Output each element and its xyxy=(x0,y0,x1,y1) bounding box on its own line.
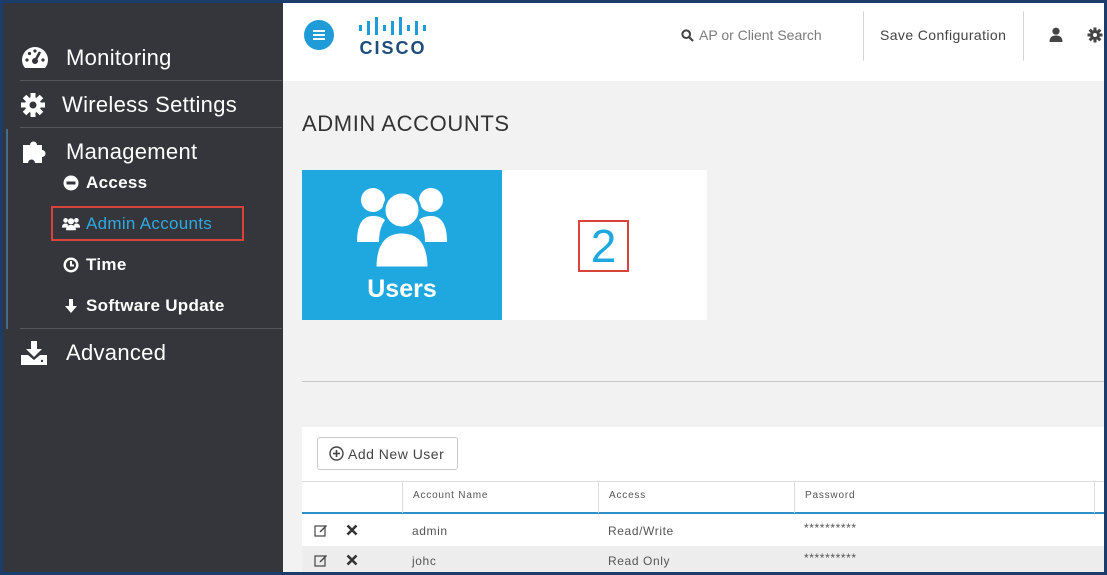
cisco-logo: CISCO xyxy=(355,15,435,59)
sidebar-item-management[interactable]: Management xyxy=(20,137,282,167)
search-icon xyxy=(681,28,694,42)
edit-icon[interactable] xyxy=(314,523,328,537)
user-icon[interactable] xyxy=(1049,27,1065,43)
plus-circle-icon xyxy=(329,446,344,461)
sidebar-item-label: Management xyxy=(66,139,198,164)
users-count: 2 xyxy=(590,220,617,272)
sidebar-item-label: Software Update xyxy=(86,296,225,315)
sidebar: Monitoring Wireless Settings Management … xyxy=(3,3,283,572)
cell-access: Read Only xyxy=(608,554,671,568)
cisco-bars-icon xyxy=(359,17,426,35)
section-divider xyxy=(302,381,1104,382)
users-icon xyxy=(62,215,80,233)
header-separator xyxy=(863,11,864,61)
save-configuration-button[interactable]: Save Configuration xyxy=(880,27,1006,43)
table-row: admin Read/Write ********** xyxy=(302,516,1104,546)
edit-icon[interactable] xyxy=(314,553,328,567)
sidebar-item-access[interactable]: Access xyxy=(62,173,147,193)
divider xyxy=(20,328,282,329)
header: CISCO AP or Client Search Save Configura… xyxy=(283,3,1104,81)
download-icon xyxy=(20,338,52,368)
table-header: Account Name Access Password xyxy=(302,481,1104,514)
sidebar-item-advanced[interactable]: Advanced xyxy=(20,338,282,368)
cell-password: ********** xyxy=(804,521,857,535)
sidebar-item-admin-accounts[interactable]: Admin Accounts xyxy=(62,214,212,234)
gear-icon xyxy=(20,90,52,120)
column-header-password[interactable]: Password xyxy=(794,482,1094,513)
users-tile-label: Users xyxy=(367,275,437,303)
header-separator xyxy=(1023,11,1024,61)
users-tile[interactable]: Users xyxy=(302,170,502,320)
settings-gear-icon[interactable] xyxy=(1087,27,1103,43)
count-highlight-box: 2 xyxy=(578,220,629,272)
users-group-icon xyxy=(357,188,447,270)
column-header-access[interactable]: Access xyxy=(598,482,794,513)
divider xyxy=(20,80,282,81)
sidebar-item-time[interactable]: Time xyxy=(62,255,127,275)
accounts-table-panel: Add New User Account Name Access Passwor… xyxy=(302,427,1104,572)
sidebar-accent-bar xyxy=(6,129,8,329)
sidebar-item-software-update[interactable]: Software Update xyxy=(62,296,225,316)
logo-text: CISCO xyxy=(359,38,427,58)
sidebar-item-label: Admin Accounts xyxy=(86,214,213,233)
divider xyxy=(20,127,282,128)
sidebar-item-label: Wireless Settings xyxy=(62,92,238,117)
puzzle-icon xyxy=(20,137,52,167)
sidebar-item-wireless-settings[interactable]: Wireless Settings xyxy=(20,90,282,120)
users-count-panel: 2 xyxy=(502,170,707,320)
cell-access: Read/Write xyxy=(608,524,674,538)
delete-icon[interactable] xyxy=(345,553,359,567)
delete-icon[interactable] xyxy=(345,523,359,537)
cell-account-name: admin xyxy=(412,524,448,538)
sidebar-item-label: Monitoring xyxy=(66,45,172,70)
table-row: johc Read Only ********** xyxy=(302,546,1104,572)
sidebar-item-label: Access xyxy=(86,173,148,192)
search-placeholder: AP or Client Search xyxy=(699,27,822,43)
sidebar-item-label: Time xyxy=(86,255,127,274)
clock-icon xyxy=(62,256,80,274)
column-header-spacer xyxy=(1094,482,1104,513)
search-input[interactable]: AP or Client Search xyxy=(681,27,822,43)
sidebar-item-label: Advanced xyxy=(66,340,167,365)
hamburger-icon xyxy=(313,30,325,32)
app-window: Monitoring Wireless Settings Management … xyxy=(3,3,1104,572)
minus-circle-icon xyxy=(62,174,80,192)
add-new-user-button[interactable]: Add New User xyxy=(317,437,458,470)
sidebar-item-monitoring[interactable]: Monitoring xyxy=(20,43,282,73)
page-title: ADMIN ACCOUNTS xyxy=(302,111,510,136)
add-new-user-label: Add New User xyxy=(348,445,445,462)
cell-account-name: johc xyxy=(412,554,437,568)
dashboard-icon xyxy=(20,43,52,73)
arrow-down-icon xyxy=(62,297,80,315)
cell-password: ********** xyxy=(804,551,857,565)
column-header-account-name[interactable]: Account Name xyxy=(402,482,598,513)
menu-toggle-button[interactable] xyxy=(304,20,334,50)
